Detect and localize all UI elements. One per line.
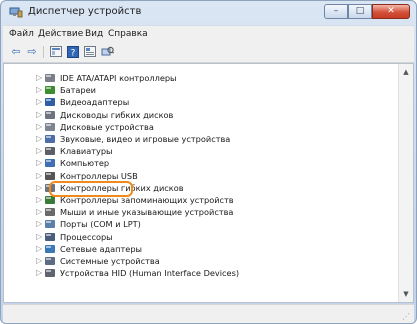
usb-icon bbox=[45, 171, 55, 180]
tree-item-label: Мыши и иные указывающие устройства bbox=[60, 207, 234, 218]
expand-arrow-icon[interactable]: ▷ bbox=[36, 232, 42, 242]
tree-item[interactable]: ▷ Мыши и иные указывающие устройства bbox=[34, 206, 233, 218]
expand-arrow-icon[interactable]: ▷ bbox=[36, 85, 42, 95]
tree-item[interactable]: ▷ Дисковые устройства bbox=[34, 121, 154, 133]
tree-item-label: Клавиатуры bbox=[60, 146, 113, 157]
tree-item[interactable]: ▷ Звуковые, видео и игровые устройства bbox=[34, 133, 230, 145]
tree-item-label: Видеоадаптеры bbox=[60, 97, 130, 108]
status-bar: ⋰ bbox=[3, 304, 414, 323]
tree-item[interactable]: ▷ Компьютер bbox=[34, 157, 109, 169]
tree-item[interactable]: ▷ IDE ATA/ATAPI контроллеры bbox=[34, 72, 177, 84]
tree-item-label: Системные устройства bbox=[60, 256, 160, 266]
mouse-icon bbox=[45, 208, 55, 217]
disk-drive-icon bbox=[45, 122, 55, 131]
floppy-drive-icon bbox=[45, 110, 55, 119]
expand-arrow-icon[interactable]: ▷ bbox=[36, 158, 42, 168]
menu-action[interactable]: Действие bbox=[38, 29, 83, 39]
tree-item[interactable]: ▷ Порты (COM и LPT) bbox=[34, 218, 141, 230]
system-devices-icon bbox=[45, 257, 55, 265]
menu-bar: Файл Действие Вид Справка bbox=[3, 25, 414, 43]
toolbar: ⇦ ⇨ ? bbox=[3, 42, 414, 63]
expand-arrow-icon[interactable]: ▷ bbox=[36, 110, 42, 120]
keyboard-icon bbox=[45, 147, 55, 156]
expand-arrow-icon[interactable]: ▷ bbox=[36, 171, 42, 181]
display-adapter-icon bbox=[45, 98, 55, 107]
processor-icon bbox=[45, 232, 55, 241]
tree-item-label: IDE ATA/ATAPI контроллеры bbox=[60, 73, 177, 83]
tree-item[interactable]: ▷ Дисководы гибких дисков bbox=[34, 109, 173, 121]
expand-arrow-icon[interactable]: ▷ bbox=[36, 268, 42, 278]
maximize-button[interactable]: □ bbox=[348, 4, 372, 19]
title-bar[interactable]: Диспетчер устройств – □ ✕ bbox=[1, 1, 416, 25]
network-adapter-icon bbox=[45, 244, 55, 253]
device-manager-icon bbox=[9, 7, 23, 18]
properties-icon bbox=[50, 46, 62, 57]
battery-icon bbox=[45, 86, 55, 95]
expand-arrow-icon[interactable]: ▷ bbox=[36, 244, 42, 254]
menu-file[interactable]: Файл bbox=[9, 29, 34, 39]
tree-item[interactable]: ▷ Батареи bbox=[34, 84, 96, 96]
scroll-down-arrow-icon[interactable]: ▼ bbox=[402, 290, 410, 298]
scroll-up-arrow-icon[interactable]: ▲ bbox=[402, 68, 410, 76]
forward-button[interactable]: ⇨ bbox=[25, 45, 39, 58]
tree-item[interactable]: ▷ Видеоадаптеры bbox=[34, 96, 129, 108]
toolbar-separator bbox=[43, 46, 44, 58]
forward-arrow-icon: ⇨ bbox=[27, 45, 37, 58]
expand-arrow-icon[interactable]: ▷ bbox=[36, 256, 42, 266]
device-tree-panel[interactable]: ▷ IDE ATA/ATAPI контроллеры ▷ Батареи ▷ Видео… bbox=[3, 63, 414, 303]
window-title: Диспетчер устройств bbox=[28, 6, 142, 17]
tree-item[interactable]: ▷ Контроллеры USB bbox=[34, 170, 138, 182]
menu-help[interactable]: Справка bbox=[108, 29, 148, 39]
device-manager-window: Диспетчер устройств – □ ✕ Файл Действие … bbox=[0, 0, 417, 324]
sound-icon bbox=[45, 135, 55, 143]
tree-item-label: Процессоры bbox=[60, 231, 113, 242]
tree-item-label: Устройства HID (Human Interface Devices) bbox=[60, 268, 240, 279]
expand-arrow-icon[interactable]: ▷ bbox=[36, 195, 42, 205]
tree-item-label: Контроллеры USB bbox=[60, 170, 138, 181]
tree-item[interactable]: ▷ Процессоры bbox=[34, 231, 113, 243]
back-arrow-icon: ⇦ bbox=[11, 45, 21, 58]
help-icon: ? bbox=[67, 45, 79, 58]
expand-arrow-icon[interactable]: ▷ bbox=[36, 146, 42, 156]
resize-grip-icon[interactable]: ⋰ bbox=[402, 312, 410, 321]
tree-item-label: Дисководы гибких дисков bbox=[60, 109, 174, 120]
computer-icon bbox=[45, 159, 55, 168]
tree-item-label: Компьютер bbox=[60, 158, 110, 169]
expand-arrow-icon[interactable]: ▷ bbox=[36, 134, 42, 144]
tree-item-label: Порты (COM и LPT) bbox=[60, 219, 141, 230]
view-icon bbox=[84, 46, 96, 57]
scan-hardware-button[interactable] bbox=[100, 45, 114, 58]
expand-arrow-icon[interactable]: ▷ bbox=[36, 183, 42, 193]
usb-controllers-highlight bbox=[49, 181, 133, 197]
tree-item[interactable]: ▷ Системные устройства bbox=[34, 255, 160, 267]
vertical-scrollbar[interactable]: ▲ ▼ bbox=[398, 64, 413, 302]
tree-item-label: Звуковые, видео и игровые устройства bbox=[60, 134, 231, 144]
caption-buttons: – □ ✕ bbox=[324, 4, 410, 21]
tree-item[interactable]: ▷ Клавиатуры bbox=[34, 145, 113, 157]
expand-arrow-icon[interactable]: ▷ bbox=[36, 207, 42, 217]
expand-arrow-icon[interactable]: ▷ bbox=[36, 122, 42, 132]
svg-text:?: ? bbox=[71, 48, 76, 58]
tree-item-label: Батареи bbox=[60, 85, 96, 96]
expand-arrow-icon[interactable]: ▷ bbox=[36, 219, 42, 229]
expand-arrow-icon[interactable]: ▷ bbox=[36, 73, 42, 83]
ide-controller-icon bbox=[45, 74, 55, 82]
help-button[interactable]: ? bbox=[66, 45, 80, 58]
properties-view-button[interactable] bbox=[49, 45, 63, 58]
minimize-button[interactable]: – bbox=[324, 4, 348, 19]
scan-hardware-icon bbox=[101, 46, 114, 55]
hid-icon bbox=[45, 269, 55, 278]
close-button[interactable]: ✕ bbox=[372, 4, 410, 19]
tree-item[interactable]: ▷ Сетевые адаптеры bbox=[34, 243, 142, 255]
tree-item[interactable]: ▷ Устройства HID (Human Interface Devices… bbox=[34, 267, 239, 279]
expand-arrow-icon[interactable]: ▷ bbox=[36, 97, 42, 107]
show-hidden-button[interactable] bbox=[83, 45, 97, 58]
back-button[interactable]: ⇦ bbox=[9, 45, 23, 58]
tree-item-label: Сетевые адаптеры bbox=[60, 243, 143, 254]
port-icon bbox=[45, 220, 55, 229]
menu-view[interactable]: Вид bbox=[85, 29, 103, 39]
tree-item-label: Дисковые устройства bbox=[60, 121, 154, 132]
